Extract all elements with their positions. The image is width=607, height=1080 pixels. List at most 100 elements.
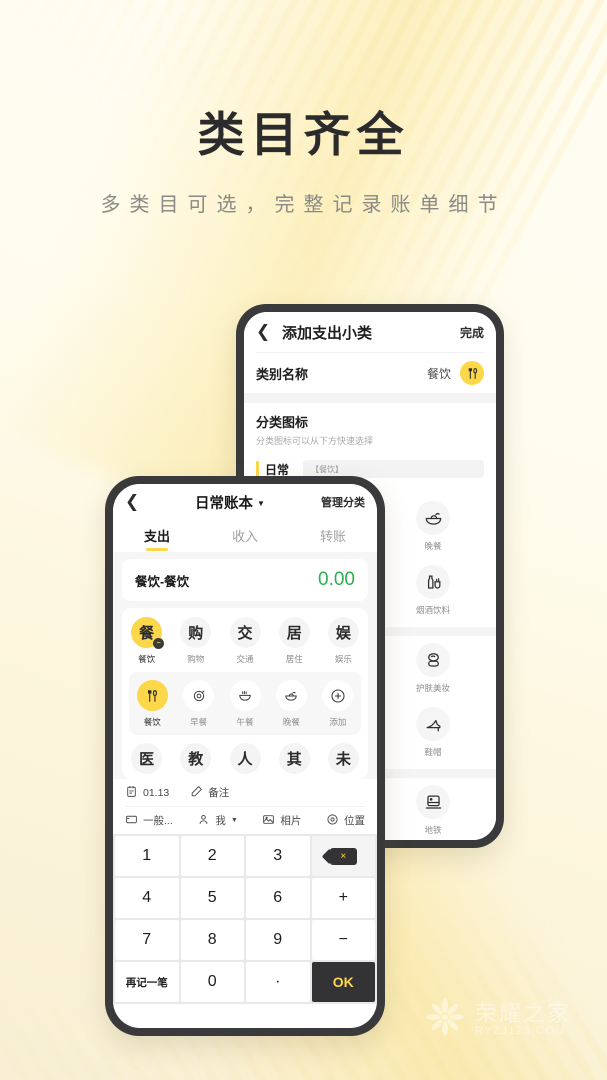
icon-group-tag: 日常 <box>256 460 289 478</box>
cutlery-icon[interactable] <box>460 361 484 385</box>
category-food[interactable]: 餐 − 餐饮 <box>122 617 171 665</box>
photo-field[interactable]: 相片 <box>262 813 301 829</box>
front-phone-screen: ❮ 日常账本 ▼ 管理分类 支出 收入 转账 餐饮-餐饮 0.00 餐 − 餐饮… <box>113 484 377 1028</box>
account-value: 一般... <box>143 815 173 827</box>
category-shopping[interactable]: 购 购物 <box>171 617 220 665</box>
key-3[interactable]: 3 <box>246 836 310 876</box>
key-1[interactable]: 1 <box>115 836 179 876</box>
category-row-secondary: 医 教 人 其 未 <box>122 743 368 776</box>
subcategory-dinner[interactable]: 晚餐 <box>268 680 314 728</box>
note-field[interactable]: 备注 <box>190 785 229 801</box>
numeric-keypad: 1 2 3 × 4 5 6 + 7 8 9 − 再记一笔 0 · OK <box>113 834 377 1004</box>
amount-value: 0.00 <box>318 569 355 590</box>
member-field[interactable]: 我 ▼ <box>197 813 238 829</box>
flower-logo-icon <box>424 996 466 1043</box>
member-value: 我 <box>215 815 226 827</box>
location-field[interactable]: 位置 <box>326 813 365 829</box>
category-name-row[interactable]: 类别名称 餐饮 <box>244 353 496 393</box>
key-4[interactable]: 4 <box>115 878 179 918</box>
icon-cell-dinner[interactable]: 晚餐 <box>370 494 496 558</box>
tab-transfer[interactable]: 转账 <box>289 526 377 552</box>
watermark-cn: 荣耀之家 <box>475 1000 572 1026</box>
category-glyph: 居 <box>278 617 310 648</box>
page-headline: 类目齐全 <box>197 110 410 162</box>
page-subheadline: 多类目可选，完整记录账单细节 <box>100 194 507 216</box>
category-education[interactable]: 教 <box>171 743 220 774</box>
note-label: 备注 <box>208 787 230 799</box>
key-ok[interactable]: OK <box>311 962 375 1002</box>
category-transport[interactable]: 交 交通 <box>220 617 269 665</box>
key-6[interactable]: 6 <box>246 878 310 918</box>
category-glyph: 其 <box>278 743 310 774</box>
location-label: 位置 <box>343 815 365 827</box>
subcategory-add[interactable]: 添加 <box>315 680 361 728</box>
key-another-entry[interactable]: 再记一笔 <box>115 962 179 1002</box>
subcategory-lunch[interactable]: 午餐 <box>222 680 268 728</box>
category-unknown[interactable]: 未 <box>319 743 368 774</box>
category-social[interactable]: 人 <box>220 743 269 774</box>
watermark-en: RYZJ123.COM <box>475 1025 566 1038</box>
dinner-bowl-icon <box>275 680 307 711</box>
category-medical[interactable]: 医 <box>122 743 171 774</box>
category-glyph-text: 餐 <box>139 625 155 642</box>
icon-cell-drinks[interactable]: 烟酒饮料 <box>370 558 496 622</box>
watermark: 荣耀之家 RYZJ123.COM <box>424 996 571 1043</box>
category-entertainment[interactable]: 娱 娱乐 <box>319 617 368 665</box>
key-dot[interactable]: · <box>246 962 310 1002</box>
calendar-icon <box>125 785 138 801</box>
front-phone-body: 餐饮-餐饮 0.00 餐 − 餐饮 购 购物 交 交通 居 居住 娱 娱乐 餐饮… <box>113 552 377 779</box>
date-field[interactable]: 01.13 <box>125 785 169 801</box>
category-name-value: 餐饮 <box>426 366 451 381</box>
icon-label: 护肤美妆 <box>415 683 450 693</box>
pencil-icon <box>190 785 203 801</box>
category-badge: − <box>153 638 165 649</box>
category-glyph: 购 <box>180 617 212 648</box>
key-8[interactable]: 8 <box>180 920 244 960</box>
tab-income[interactable]: 收入 <box>201 526 289 552</box>
key-plus[interactable]: + <box>311 878 375 918</box>
chevron-left-icon[interactable]: ❮ <box>125 492 149 512</box>
icon-section-header: 分类图标 分类图标可以从下方快速选择 <box>244 403 496 454</box>
icon-section-title: 分类图标 <box>256 415 309 430</box>
account-field[interactable]: 一般... <box>125 813 173 829</box>
category-row-primary: 餐 − 餐饮 购 购物 交 交通 居 居住 娱 娱乐 <box>122 617 368 665</box>
icon-cell-cosmetics[interactable]: 护肤美妆 <box>370 636 496 700</box>
category-other[interactable]: 其 <box>270 743 319 774</box>
chevron-down-icon: ▼ <box>257 498 265 508</box>
category-housing[interactable]: 居 居住 <box>270 617 319 665</box>
manage-categories-button[interactable]: 管理分类 <box>311 494 365 510</box>
category-glyph: 人 <box>229 743 261 774</box>
subcategory-label: 早餐 <box>190 717 208 727</box>
backspace-glyph: × <box>340 850 347 862</box>
subcategory-food[interactable]: 餐饮 <box>129 680 175 728</box>
icon-cell-shoes[interactable]: 鞋帽 <box>370 700 496 764</box>
key-backspace[interactable]: × <box>311 836 375 876</box>
category-name-label: 类别名称 <box>256 366 309 382</box>
chevron-down-icon: ▼ <box>230 817 238 824</box>
category-glyph: 娱 <box>327 617 359 648</box>
plus-circle-icon <box>322 680 354 711</box>
tab-expense[interactable]: 支出 <box>113 526 201 552</box>
key-2[interactable]: 2 <box>180 836 244 876</box>
subcategory-breakfast[interactable]: 早餐 <box>175 680 221 728</box>
type-tabs: 支出 收入 转账 <box>113 520 377 552</box>
high-heel-icon <box>416 707 450 741</box>
category-label: 交通 <box>236 654 254 664</box>
amount-row[interactable]: 餐饮-餐饮 0.00 <box>122 559 368 601</box>
key-minus[interactable]: − <box>311 920 375 960</box>
icon-cell-subway[interactable]: 地铁 <box>370 778 496 840</box>
ledger-title[interactable]: 日常账本 ▼ <box>149 492 311 513</box>
chevron-left-icon[interactable]: ❮ <box>256 322 278 342</box>
key-0[interactable]: 0 <box>180 962 244 1002</box>
category-label: 餐饮 <box>138 654 156 664</box>
key-9[interactable]: 9 <box>246 920 310 960</box>
entry-meta: 01.13 备注 一般... 我 ▼ 相片 位置 <box>113 779 377 834</box>
category-label: 居住 <box>285 654 303 664</box>
subcategory-label: 添加 <box>329 717 347 727</box>
key-7[interactable]: 7 <box>115 920 179 960</box>
done-button[interactable]: 完成 <box>460 324 484 341</box>
category-glyph: 餐 − <box>131 617 165 649</box>
category-glyph: 医 <box>131 743 163 774</box>
card-icon <box>125 813 138 829</box>
key-5[interactable]: 5 <box>180 878 244 918</box>
